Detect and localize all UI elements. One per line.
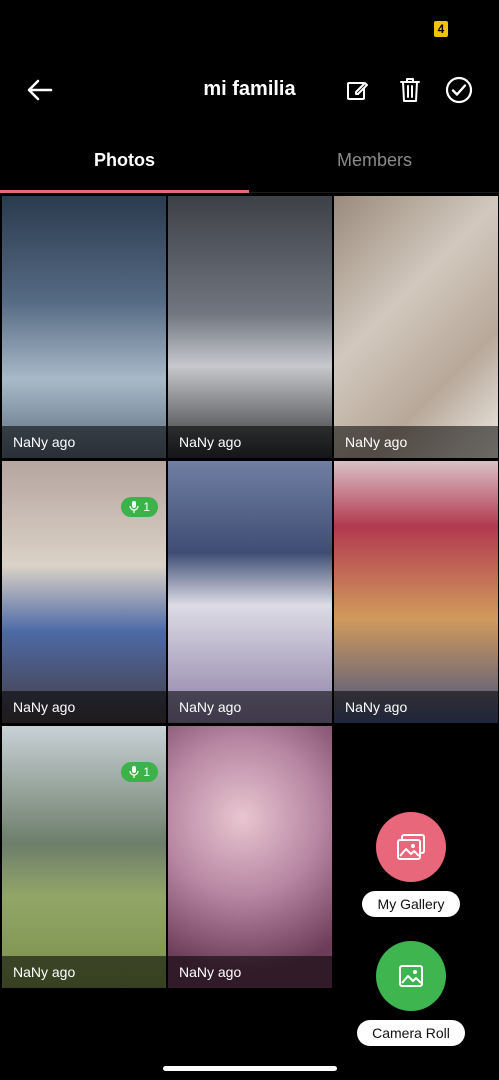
- photo-caption: NaNy ago: [168, 691, 332, 723]
- select-button[interactable]: [441, 72, 477, 108]
- voice-note-count: 1: [143, 765, 150, 779]
- camera-roll-button[interactable]: [376, 941, 446, 1011]
- gallery-icon: [397, 834, 425, 860]
- tab-members[interactable]: Members: [250, 130, 499, 190]
- trash-icon: [400, 78, 420, 102]
- photo-tile[interactable]: NaNy ago: [2, 196, 166, 458]
- photo-caption: NaNy ago: [168, 956, 332, 988]
- photo-tile[interactable]: NaNy ago: [168, 726, 332, 988]
- photo-tile[interactable]: NaNy ago: [168, 461, 332, 723]
- top-app-bar: mi familia: [0, 60, 499, 120]
- photo-caption: NaNy ago: [2, 426, 166, 458]
- voice-note-count: 1: [143, 500, 150, 514]
- voice-note-badge: 1: [121, 762, 158, 782]
- tab-photos[interactable]: Photos: [0, 130, 249, 190]
- status-badge: 4: [434, 21, 448, 37]
- tab-bar: Photos Members: [0, 130, 499, 194]
- photo-caption: NaNy ago: [2, 691, 166, 723]
- photo-tile[interactable]: NaNy ago: [168, 196, 332, 458]
- voice-note-badge: 1: [121, 497, 158, 517]
- image-icon: [399, 965, 423, 987]
- edit-button[interactable]: [340, 72, 376, 108]
- tab-active-indicator: [0, 190, 249, 193]
- microphone-icon: [129, 766, 139, 778]
- photo-caption: NaNy ago: [168, 426, 332, 458]
- my-gallery-label[interactable]: My Gallery: [362, 891, 460, 917]
- photo-tile[interactable]: NaNy ago: [334, 196, 498, 458]
- photo-tile[interactable]: NaNy ago: [334, 461, 498, 723]
- home-indicator: [163, 1066, 337, 1071]
- delete-button[interactable]: [392, 72, 428, 108]
- photo-tile[interactable]: 1 NaNy ago: [2, 726, 166, 988]
- photo-tile[interactable]: 1 NaNy ago: [2, 461, 166, 723]
- microphone-icon: [129, 501, 139, 513]
- photo-caption: NaNy ago: [334, 426, 498, 458]
- camera-roll-label[interactable]: Camera Roll: [357, 1020, 465, 1046]
- edit-icon: [347, 82, 368, 100]
- check-circle-icon: [445, 76, 473, 104]
- photo-caption: NaNy ago: [2, 956, 166, 988]
- photo-caption: NaNy ago: [334, 691, 498, 723]
- my-gallery-button[interactable]: [376, 812, 446, 882]
